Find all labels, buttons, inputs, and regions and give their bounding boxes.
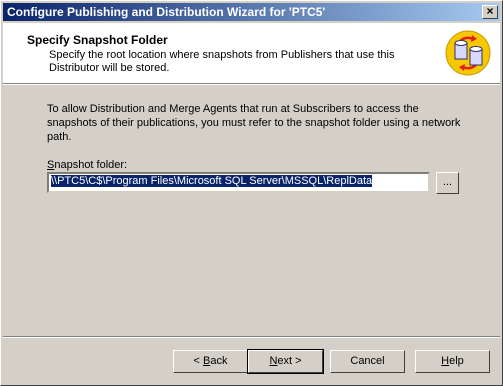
help-rest: elp (449, 355, 464, 367)
window-title: Configure Publishing and Distribution Wi… (7, 5, 326, 19)
close-button[interactable]: × (482, 5, 498, 19)
browse-button[interactable]: ... (436, 172, 459, 194)
page-title: Specify Snapshot Folder (27, 33, 168, 47)
wizard-window: Configure Publishing and Distribution Wi… (0, 0, 503, 386)
footer-divider (3, 336, 500, 338)
back-button[interactable]: < Back (173, 350, 248, 373)
snapshot-folder-label: Snapshot folder: (47, 159, 127, 171)
wizard-database-icon (445, 30, 491, 76)
next-button[interactable]: Next > (247, 349, 324, 374)
snapshot-folder-input[interactable]: \\PTC5\C$\Program Files\Microsoft SQL Se… (47, 172, 430, 193)
next-rest: ext > (277, 355, 302, 367)
help-button[interactable]: Help (415, 350, 490, 373)
back-rest: ack (210, 355, 228, 367)
info-text: To allow Distribution and Merge Agents t… (47, 103, 461, 143)
title-bar[interactable]: Configure Publishing and Distribution Wi… (3, 3, 500, 21)
snapshot-folder-value: \\PTC5\C$\Program Files\Microsoft SQL Se… (51, 175, 373, 187)
page-subtitle: Specify the root location where snapshot… (49, 49, 395, 74)
header-divider (3, 83, 500, 85)
snapshot-label-rest: napshot folder: (54, 159, 128, 171)
back-prefix: < (193, 355, 203, 367)
cancel-button[interactable]: Cancel (330, 350, 405, 373)
wizard-header: Specify Snapshot Folder Specify the root… (3, 23, 500, 83)
help-accel: H (441, 355, 450, 367)
